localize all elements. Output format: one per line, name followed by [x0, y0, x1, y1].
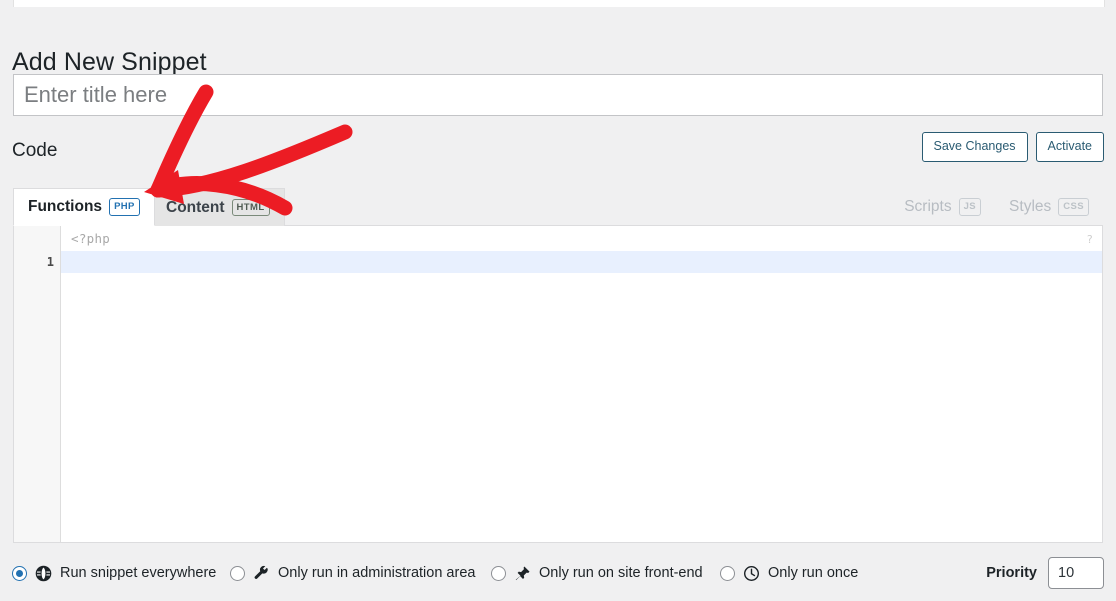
save-changes-button[interactable]: Save Changes: [921, 132, 1028, 162]
tab-functions-label: Functions: [28, 198, 103, 215]
php-open-tag-hint: <?php: [71, 231, 111, 246]
editor-line-number-gutter: 1: [14, 226, 61, 542]
radio-run-everywhere[interactable]: [12, 565, 27, 581]
tab-styles-label: Styles: [1009, 198, 1052, 215]
editor-code-area[interactable]: <?php ?: [61, 226, 1102, 542]
js-badge: JS: [958, 198, 981, 216]
priority-label: Priority: [986, 565, 1037, 581]
globe-icon: [35, 565, 52, 582]
scope-option-admin[interactable]: Only run in administration area: [230, 556, 475, 590]
code-editor-tabs: Functions PHP Content HTML Scripts JS St…: [13, 188, 1103, 226]
html-badge: HTML: [231, 198, 270, 217]
line-number: 1: [46, 255, 54, 269]
page-title: Add New Snippet: [12, 47, 207, 76]
snippet-title-input[interactable]: [13, 74, 1103, 116]
scope-option-once-label: Only run once: [768, 565, 859, 581]
tab-functions[interactable]: Functions PHP: [13, 188, 155, 226]
tab-scripts[interactable]: Scripts JS: [890, 188, 995, 226]
editor-help-icon[interactable]: ?: [1086, 233, 1093, 246]
tab-styles[interactable]: Styles CSS: [995, 188, 1103, 226]
php-badge: PHP: [109, 198, 140, 216]
add-new-snippet-page: Add New Snippet Code Save Changes Activa…: [0, 0, 1116, 601]
top-edge-strip: [13, 0, 1105, 7]
clock-icon: [743, 565, 760, 582]
snippet-title-field-wrapper: [13, 74, 1103, 116]
tab-content-label: Content: [166, 198, 225, 216]
radio-run-admin-only[interactable]: [230, 565, 245, 581]
scope-option-once[interactable]: Only run once: [720, 556, 858, 590]
scope-option-frontend-label: Only run on site front-end: [539, 565, 703, 581]
scope-option-admin-label: Only run in administration area: [278, 565, 476, 581]
editor-active-line-highlight: [61, 251, 1102, 273]
pin-icon: [514, 565, 531, 582]
css-badge: CSS: [1058, 198, 1089, 216]
priority-input[interactable]: [1048, 557, 1104, 589]
radio-run-frontend-only[interactable]: [491, 565, 506, 581]
scope-option-frontend[interactable]: Only run on site front-end: [491, 556, 703, 590]
radio-run-once[interactable]: [720, 565, 735, 581]
code-editor-panel[interactable]: 1 <?php ?: [13, 225, 1103, 543]
code-action-buttons: Save Changes Activate: [921, 132, 1104, 162]
scope-option-everywhere-label: Run snippet everywhere: [60, 565, 217, 581]
tab-scripts-label: Scripts: [904, 198, 952, 215]
activate-button[interactable]: Activate: [1035, 132, 1104, 162]
priority-control: Priority: [986, 556, 1104, 590]
scope-option-everywhere[interactable]: Run snippet everywhere: [12, 556, 216, 590]
snippet-scope-row: Run snippet everywhere Only run in admin…: [0, 556, 1116, 601]
tab-content[interactable]: Content HTML: [151, 188, 285, 226]
code-section-heading: Code: [12, 140, 58, 161]
wrench-icon: [253, 565, 270, 582]
